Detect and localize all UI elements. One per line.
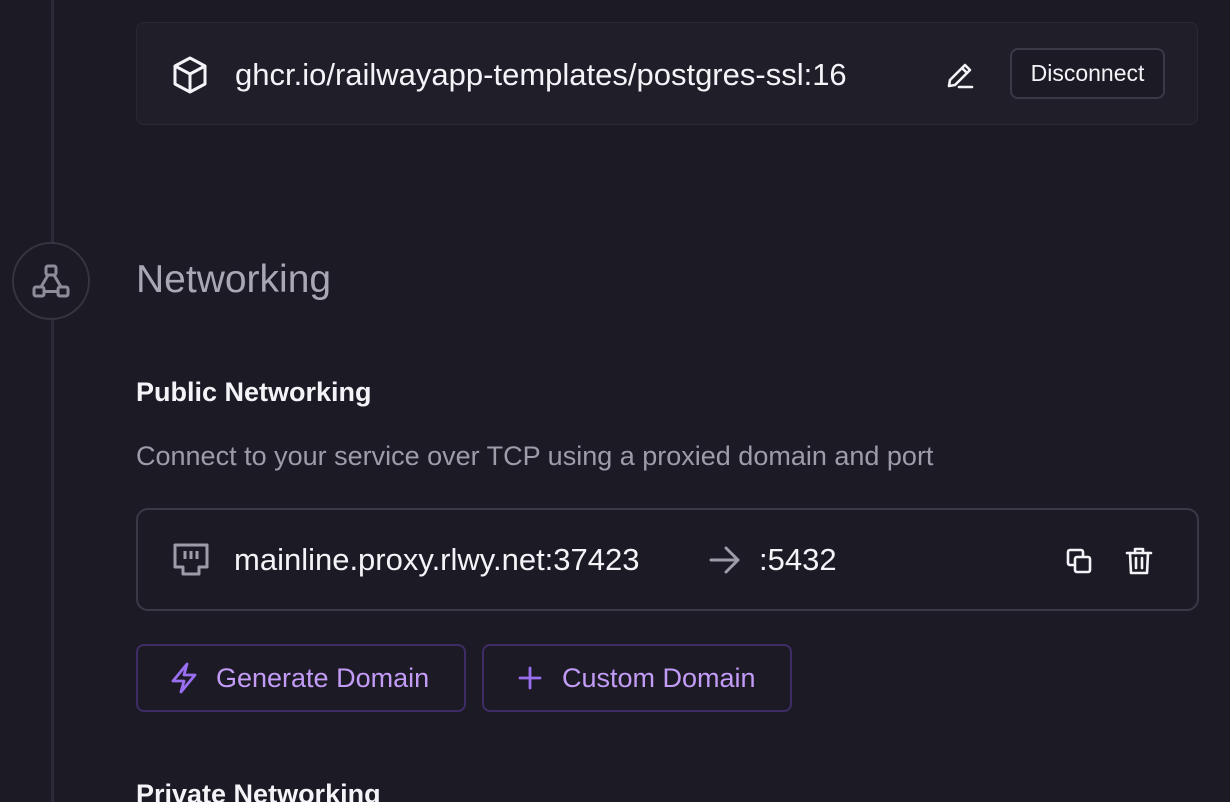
source-image-name: ghcr.io/railwayapp-templates/postgres-ss… [235, 57, 847, 92]
cube-icon [171, 55, 209, 100]
trash-icon [1125, 547, 1153, 575]
tcp-proxy-endpoint: mainline.proxy.rlwy.net:37423 :5432 [136, 508, 1199, 611]
pencil-icon [947, 63, 974, 89]
custom-domain-label: Custom Domain [562, 662, 756, 693]
proxy-domain: mainline.proxy.rlwy.net:37423 [234, 542, 640, 577]
disconnect-button[interactable]: Disconnect [1010, 48, 1165, 99]
target-port: :5432 [759, 542, 837, 577]
ethernet-port-icon [172, 542, 210, 583]
plus-icon [514, 662, 546, 694]
lightning-icon [168, 662, 200, 694]
generate-domain-button[interactable]: Generate Domain [136, 644, 466, 712]
delete-endpoint-button[interactable] [1122, 544, 1156, 578]
edit-image-button[interactable] [943, 58, 977, 92]
networking-title: Networking [136, 258, 332, 301]
copy-endpoint-button[interactable] [1062, 544, 1096, 578]
custom-domain-button[interactable]: Custom Domain [482, 644, 792, 712]
arrow-right-icon [708, 544, 742, 581]
private-networking-title: Private Networking [136, 779, 381, 802]
public-networking-title: Public Networking [136, 377, 372, 407]
service-settings-page: ghcr.io/railwayapp-templates/postgres-ss… [0, 0, 1230, 802]
generate-domain-label: Generate Domain [216, 662, 430, 693]
network-icon [12, 242, 90, 320]
copy-icon [1066, 548, 1092, 574]
timeline-line [51, 0, 54, 802]
source-image-card: ghcr.io/railwayapp-templates/postgres-ss… [136, 22, 1198, 125]
public-networking-description: Connect to your service over TCP using a… [136, 441, 934, 471]
